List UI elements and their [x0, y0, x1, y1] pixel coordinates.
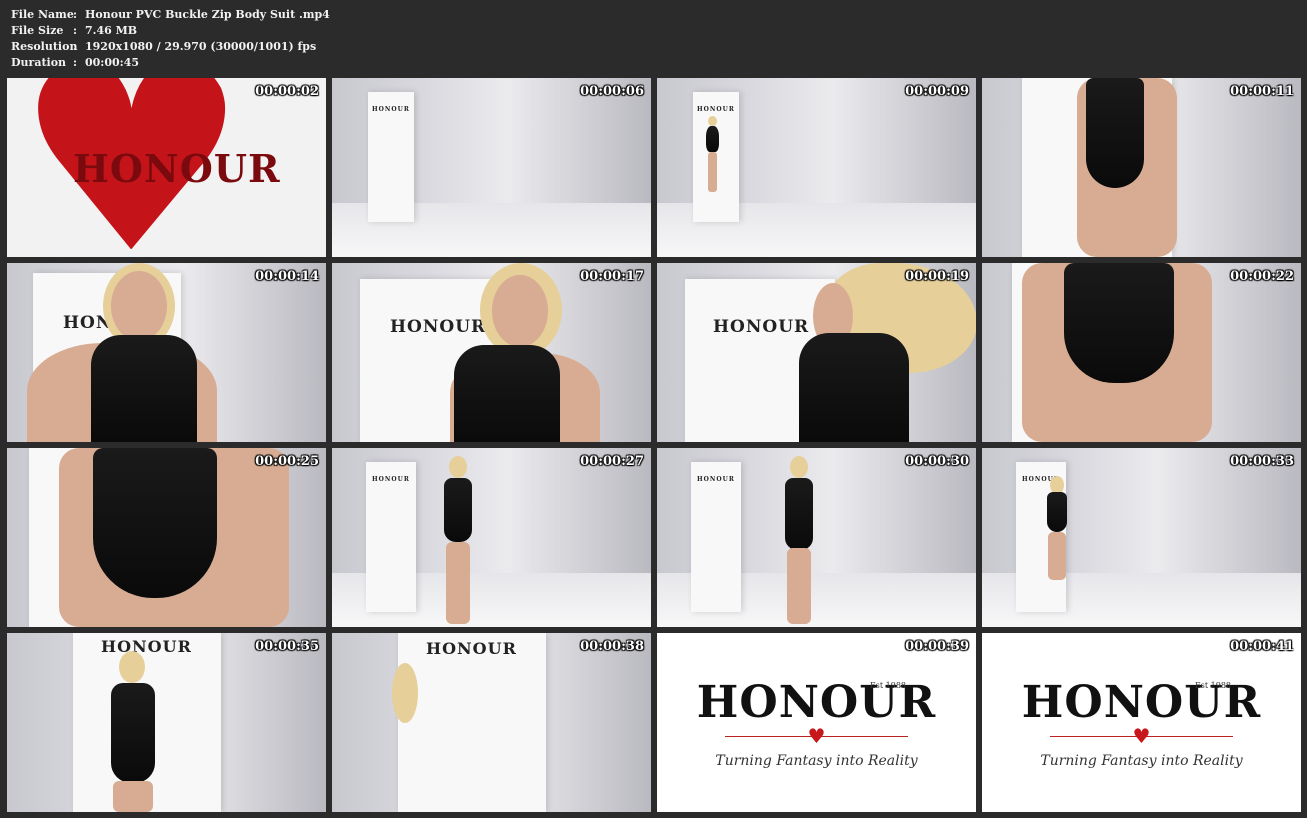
thumbnail[interactable]: 00:00:25 [7, 448, 326, 627]
model-bodysuit [799, 333, 909, 442]
thumbnail[interactable]: HONOUR Est 1988 ♥ Turning Fantasy into R… [657, 633, 976, 812]
separator: : [73, 24, 78, 37]
model-hair [392, 663, 418, 723]
separator: : [73, 40, 78, 53]
model-body [706, 126, 719, 152]
model-bodysuit [1064, 263, 1174, 383]
brand-logo: HONOUR [713, 317, 810, 337]
brand-logo: HONOUR [697, 106, 735, 113]
thumbnail[interactable]: HONOUR 00:00:30 [657, 448, 976, 627]
model-legs [787, 548, 811, 624]
timestamp: 00:00:02 [255, 84, 319, 99]
brand-logo: HONOUR [390, 317, 487, 337]
model-head [708, 116, 717, 126]
file-size-label: File Size [11, 24, 64, 37]
brand-tagline: Turning Fantasy into Reality [715, 753, 918, 769]
timestamp: 00:00:27 [580, 454, 644, 469]
door [366, 462, 416, 612]
thumbnail[interactable]: HONOUR 00:00:09 [657, 78, 976, 257]
timestamp: 00:00:19 [905, 269, 969, 284]
timestamp: 00:00:41 [1230, 639, 1294, 654]
thumbnail[interactable]: HONOUR 00:00:35 [7, 633, 326, 812]
thumbnail[interactable]: HONOUR 00:00:19 [657, 263, 976, 442]
file-info-panel: File Name : Honour PVC Buckle Zip Body S… [11, 7, 330, 71]
model-legs [708, 152, 717, 192]
duration-value: 00:00:45 [85, 56, 140, 69]
thumbnail[interactable]: 00:00:22 [982, 263, 1301, 442]
timestamp: 00:00:39 [905, 639, 969, 654]
separator: : [73, 8, 78, 21]
brand-logo: HONOUR [372, 476, 410, 483]
brand-logo: HONOUR [73, 146, 281, 191]
file-size-row: File Size : 7.46 MB [11, 23, 330, 39]
thumbnail[interactable]: HONOUR 00:00:14 [7, 263, 326, 442]
brand-logo: HONOUR [697, 476, 735, 483]
thumbnail[interactable]: 00:00:11 [982, 78, 1301, 257]
thumbnail[interactable]: ♥ HONOUR 00:00:02 [7, 78, 326, 257]
brand-tagline: Turning Fantasy into Reality [1040, 753, 1243, 769]
timestamp: 00:00:06 [580, 84, 644, 99]
file-name-value: Honour PVC Buckle Zip Body Suit .mp4 [85, 8, 330, 21]
model-face [111, 271, 167, 341]
timestamp: 00:00:30 [905, 454, 969, 469]
model-bodysuit [1086, 78, 1144, 188]
model-bodysuit [1047, 492, 1067, 532]
model-bodysuit [454, 345, 560, 442]
model-legs [446, 542, 470, 624]
timestamp: 00:00:14 [255, 269, 319, 284]
heart-icon: ♥ [807, 724, 826, 748]
timestamp: 00:00:09 [905, 84, 969, 99]
model-bodysuit [444, 478, 472, 542]
timestamp: 00:00:22 [1230, 269, 1294, 284]
model-legs [1048, 532, 1066, 580]
heart-icon: ♥ [1132, 724, 1151, 748]
thumbnail[interactable]: HONOUR 00:00:38 [332, 633, 651, 812]
timestamp: 00:00:25 [255, 454, 319, 469]
brand-logo: HONOUR [372, 106, 410, 113]
door [398, 633, 546, 812]
timestamp: 00:00:38 [580, 639, 644, 654]
resolution-label: Resolution [11, 40, 78, 53]
model-face [492, 275, 548, 347]
file-name-label: File Name [11, 8, 74, 21]
model-head [449, 456, 467, 478]
thumbnail[interactable]: HONOUR 00:00:17 [332, 263, 651, 442]
file-size-value: 7.46 MB [85, 24, 138, 37]
brand-logo: HONOUR [1021, 677, 1262, 728]
brand-logo: HONOUR [101, 637, 192, 656]
timestamp: 00:00:17 [580, 269, 644, 284]
thumbnail[interactable]: HONOUR 00:00:33 [982, 448, 1301, 627]
model-bodysuit [111, 683, 155, 783]
model-head [119, 651, 145, 683]
brand-established: Est 1988 [1194, 681, 1231, 690]
model-head [790, 456, 808, 478]
thumbnail[interactable]: HONOUR 00:00:27 [332, 448, 651, 627]
model-bodysuit [91, 335, 197, 442]
resolution-value: 1920x1080 / 29.970 (30000/1001) fps [85, 40, 317, 53]
timestamp: 00:00:35 [255, 639, 319, 654]
brand-logo: HONOUR [426, 639, 517, 658]
timestamp: 00:00:11 [1230, 84, 1294, 99]
duration-label: Duration [11, 56, 67, 69]
duration-row: Duration : 00:00:45 [11, 55, 330, 71]
model-legs [113, 781, 153, 812]
timestamp: 00:00:33 [1230, 454, 1294, 469]
brand-logo: HONOUR [696, 677, 937, 728]
thumbnail[interactable]: HONOUR Est 1988 ♥ Turning Fantasy into R… [982, 633, 1301, 812]
thumbnail[interactable]: HONOUR 00:00:06 [332, 78, 651, 257]
brand-established: Est 1988 [869, 681, 906, 690]
resolution-row: Resolution : 1920x1080 / 29.970 (30000/1… [11, 39, 330, 55]
separator: : [73, 56, 78, 69]
model-bodysuit [93, 448, 217, 598]
door [691, 462, 741, 612]
model-bodysuit [785, 478, 813, 550]
file-name-row: File Name : Honour PVC Buckle Zip Body S… [11, 7, 330, 23]
